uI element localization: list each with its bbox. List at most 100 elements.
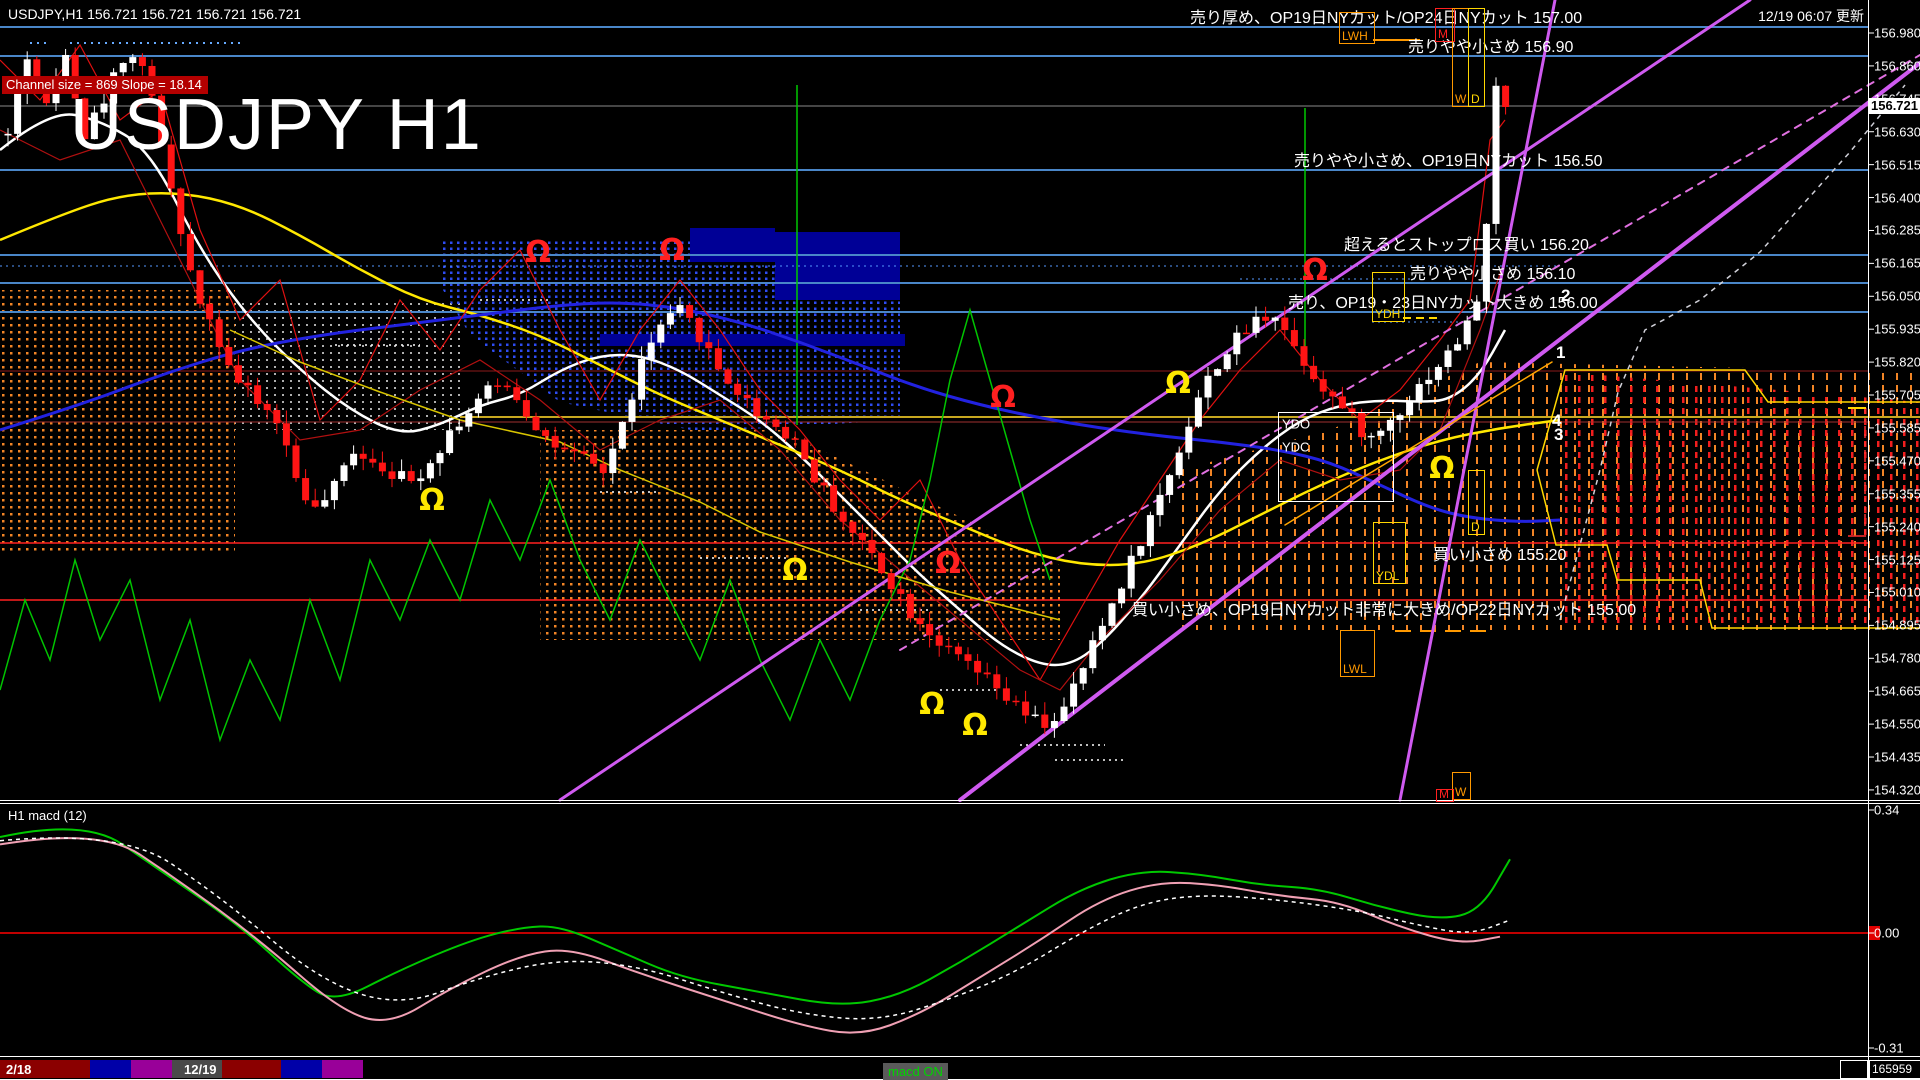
candle-body	[494, 385, 501, 387]
candle-body	[523, 400, 530, 417]
candle-body	[1147, 515, 1154, 546]
candle-body	[465, 413, 472, 426]
candle-body	[600, 464, 607, 473]
candle-body	[1157, 495, 1164, 515]
macd-toggle-button[interactable]: macd ON	[883, 1063, 948, 1080]
candle-body	[1425, 380, 1432, 384]
candle-body	[1291, 330, 1298, 346]
candle-body	[485, 385, 492, 398]
candle-body	[696, 318, 703, 342]
candle-body	[369, 459, 376, 463]
candle-body	[312, 500, 319, 506]
candle-body	[955, 647, 962, 655]
order-annotation: 売りやや小さめ 156.90	[1408, 33, 1573, 57]
session-box: LWL	[1340, 630, 1375, 677]
candle-body	[792, 438, 799, 440]
candle-body	[120, 63, 127, 72]
price-axis-label: 156.285	[1874, 223, 1920, 238]
candle-body	[734, 384, 741, 395]
candle-body	[859, 533, 866, 540]
timeline-segment	[222, 1060, 281, 1078]
session-box-label: M	[1438, 28, 1448, 40]
candle-body	[725, 369, 732, 383]
candle-body	[1233, 333, 1240, 355]
price-axis-label: 154.435	[1874, 750, 1920, 765]
omega-marker: Ω	[419, 483, 445, 518]
candle-body	[888, 573, 895, 589]
macd-curves	[0, 829, 1880, 1032]
omega-marker: Ω	[935, 546, 961, 581]
candle-body	[907, 594, 914, 618]
cloud-region	[1565, 372, 1920, 628]
symbol-watermark: USDJPY H1	[70, 84, 483, 166]
candle-body	[273, 410, 280, 423]
session-box: D	[1468, 8, 1485, 107]
omega-marker: Ω	[962, 708, 988, 743]
kumo-block	[600, 334, 905, 346]
candle-body	[1099, 626, 1106, 640]
candle-body	[446, 430, 453, 453]
macd-indicator-label: H1 macd (12)	[8, 808, 87, 823]
current-price-box: 156.721	[1869, 98, 1920, 114]
candle-body	[561, 448, 568, 450]
session-box-label: LWH	[1342, 30, 1368, 42]
session-box-label: LWL	[1343, 663, 1367, 675]
session-box-label: D	[1471, 93, 1480, 105]
candle-body	[705, 342, 712, 348]
candle-body	[1464, 320, 1471, 344]
candle-body	[264, 404, 271, 410]
count-label: 3	[1554, 425, 1563, 445]
pane-separator	[0, 800, 1920, 801]
order-annotation: 売り、OP19・23日NYカット大きめ 156.00	[1288, 289, 1598, 313]
candle-body	[744, 395, 751, 398]
order-annotation: 売りやや小さめ 156.10	[1410, 260, 1575, 284]
candle-body	[1109, 603, 1116, 626]
candle-body	[1013, 701, 1020, 703]
omega-marker: Ω	[1165, 366, 1191, 401]
candle-body	[773, 420, 780, 427]
corner-value-box: 165959	[1869, 1060, 1920, 1079]
candle-body	[1272, 318, 1279, 321]
candle-body	[341, 465, 348, 481]
timeline-segment	[322, 1060, 363, 1078]
cloud-region	[235, 300, 460, 430]
candle-body	[417, 478, 424, 481]
candle-body	[1281, 318, 1288, 330]
timeline-segment	[90, 1060, 131, 1078]
candle-body	[869, 540, 876, 553]
candle-body	[1137, 546, 1144, 556]
candle-body	[686, 305, 693, 318]
candle-body	[840, 512, 847, 522]
candle-body	[254, 385, 261, 404]
omega-marker: Ω	[1302, 253, 1328, 288]
candle-body	[552, 436, 559, 448]
omega-marker: Ω	[659, 233, 685, 268]
pane-separator	[0, 1056, 1920, 1057]
price-axis-label: 155.240	[1874, 519, 1920, 534]
price-axis-label: 155.355	[1874, 486, 1920, 501]
omega-marker: Ω	[919, 687, 945, 722]
candle-body	[398, 471, 405, 479]
candle-body	[542, 430, 549, 436]
kumo-block	[690, 228, 775, 262]
candle-body	[1397, 415, 1404, 420]
candle-body	[1502, 86, 1509, 107]
candle-body	[533, 417, 540, 431]
order-annotation: 売り厚め、OP19日NYカット/OP24日NYカット 157.00	[1190, 4, 1582, 28]
session-box: M	[1436, 789, 1454, 802]
candle-body	[1310, 366, 1317, 379]
candle-body	[225, 347, 232, 365]
candle-body	[993, 674, 1000, 688]
timeline-strip[interactable]	[0, 1060, 363, 1078]
candle-body	[667, 313, 674, 324]
price-axis-label: 155.820	[1874, 355, 1920, 370]
session-box: W	[1452, 772, 1471, 800]
candle-body	[657, 325, 664, 343]
candle-body	[619, 422, 626, 449]
candle-body	[1253, 317, 1260, 333]
session-box-label: W	[1455, 786, 1466, 798]
candle-body	[437, 453, 444, 463]
macd-axis-label: -0.31	[1874, 1041, 1904, 1056]
candle-body	[1061, 707, 1068, 721]
price-axis-label: 156.980	[1874, 26, 1920, 41]
